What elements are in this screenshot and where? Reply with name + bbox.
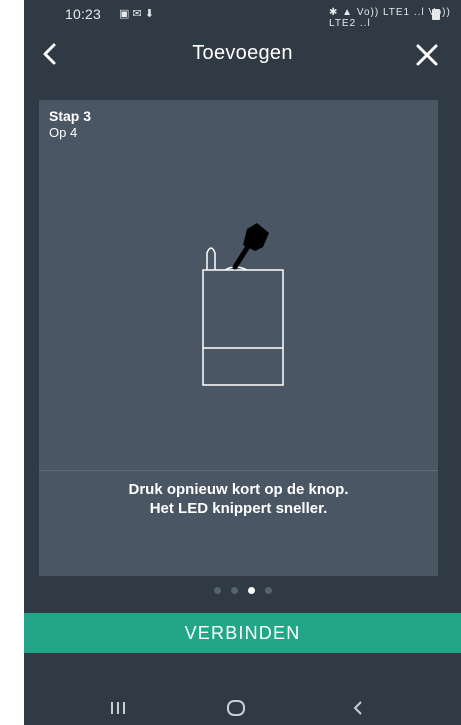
page-dot-4[interactable]	[264, 586, 272, 594]
status-bar: 10:23 ▣ ✉ ⬇ ✱ ▲ Vo)) LTE1 ..l Vo)) LTE2 …	[24, 0, 461, 30]
page-dot-3[interactable]	[247, 586, 255, 594]
step-label: Stap 3	[49, 108, 92, 124]
connect-button[interactable]: VERBINDEN	[24, 613, 461, 653]
system-nav-bar	[24, 690, 461, 725]
close-button[interactable]	[414, 42, 440, 68]
instruction-text: Druk opnieuw kort op de knop. Het LED kn…	[39, 480, 438, 518]
device-body	[202, 269, 284, 386]
page-dot-1[interactable]	[213, 586, 221, 594]
home-icon	[227, 700, 245, 716]
close-icon	[416, 44, 438, 66]
battery-icon	[432, 9, 440, 20]
device-illustration	[202, 223, 284, 386]
home-button[interactable]	[224, 698, 248, 718]
system-back-icon	[353, 701, 362, 715]
instruction-line-2: Het LED knippert sneller.	[149, 500, 328, 517]
system-back-button[interactable]	[346, 698, 370, 718]
recent-apps-button[interactable]	[106, 698, 130, 718]
recent-apps-icon	[111, 702, 125, 714]
page-indicator	[24, 584, 461, 596]
page-dot-2[interactable]	[230, 586, 238, 594]
step-card: Stap 3 Op 4 Druk opnieuw kort op de knop…	[39, 100, 438, 576]
step-sub-label: Op 4	[49, 125, 78, 140]
card-divider	[39, 470, 438, 471]
antenna-shape	[206, 247, 216, 270]
instruction-line-1: Druk opnieuw kort op de knop.	[128, 481, 349, 498]
app-screen: 10:23 ▣ ✉ ⬇ ✱ ▲ Vo)) LTE1 ..l Vo)) LTE2 …	[24, 0, 461, 725]
status-time: 10:23	[65, 6, 102, 22]
page-title: Toevoegen	[192, 42, 293, 64]
app-bar: Toevoegen	[24, 30, 461, 78]
signal-icons: ✱ ▲ Vo)) LTE1 ..l Vo)) LTE2 ..l	[329, 7, 451, 29]
notification-icons: ▣ ✉ ⬇	[119, 8, 154, 20]
